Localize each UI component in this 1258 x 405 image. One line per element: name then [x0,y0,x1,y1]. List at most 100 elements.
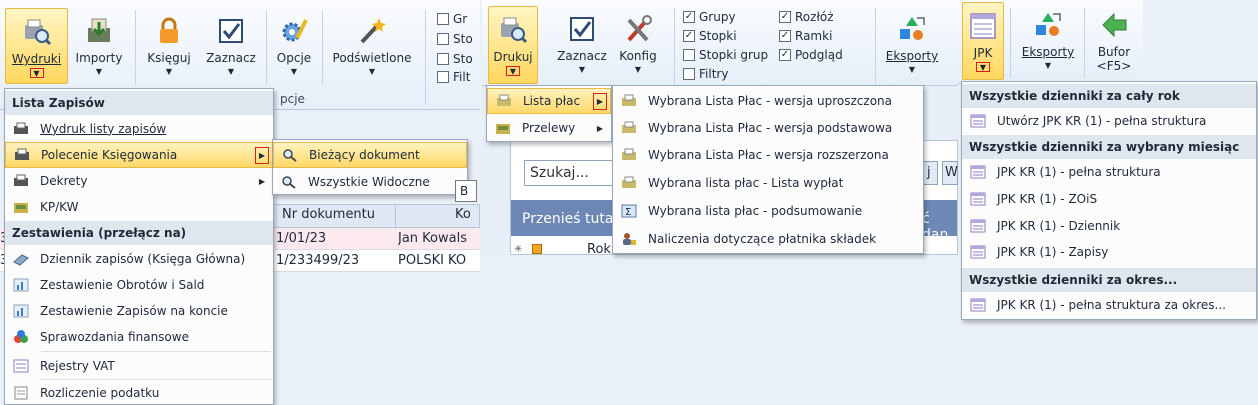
menu-item-sprawozdania[interactable]: Sprawozdania finansowe [5,324,273,350]
menu-item-dziennik[interactable]: Dziennik zapisów (Księga Główna) [5,246,273,272]
check-stopki-grup-label: Stopki grup [699,48,769,62]
wydruki-label: Wydruki [11,52,62,66]
submenu-item[interactable]: Σ Wybrana lista płac - podsumowanie [613,198,923,224]
group-drop-hint-tail: ć dan [922,211,949,243]
check-stopki-grup[interactable]: Stopki grup [683,48,768,62]
checkbox-box[interactable]: ✓ [779,11,791,23]
drukuj-button[interactable]: Drukuj ▼ [488,6,538,84]
menu-item-rejestry-vat[interactable]: Rejestry VAT [5,353,273,379]
balls-icon [12,329,30,345]
search-placeholder: Szukaj... [530,165,589,181]
ksieguj-button[interactable]: Księguj ▼ [140,8,198,84]
drukuj-dropdown-chevron-icon[interactable]: ▼ [506,66,520,76]
check-filtry-label: Filtry [699,67,729,81]
printer-icon [495,93,513,109]
menu-item-jpk-okres[interactable]: JPK KR (1) - pełna struktura za okres... [962,292,1256,318]
checkbox-box[interactable] [437,33,449,45]
check-filtry[interactable]: Filtry [683,67,728,81]
checkbox-box[interactable]: ✓ [779,49,791,61]
menu-item-lista-plac[interactable]: Lista płac ▶ [487,88,611,114]
menu-item-dekrety[interactable]: Dekrety ▶ [5,168,273,194]
jpk-register-icon [966,9,1000,43]
check-gr[interactable]: Gr [437,12,467,26]
importy-button[interactable]: Importy ▼ [70,8,128,84]
menu-item-wydruk-listy[interactable]: Wydruk listy zapisów [5,116,273,142]
export-shapes-icon [895,12,929,46]
jpk-dropdown-chevron-icon[interactable]: ▼ [976,62,990,72]
check-gr-label: Gr [453,12,468,26]
grid-col-k[interactable]: Ko [455,207,471,222]
printer-icon [620,175,638,191]
submenu-item-wszystkie-widoczne[interactable]: Wszystkie Widoczne [273,169,467,195]
column-rok[interactable]: Rok [587,242,611,257]
check-stopki-label: Stopki [699,29,737,43]
jpk-button[interactable]: JPK ▼ [962,2,1004,80]
check-ramki[interactable]: ✓ Ramki [779,29,832,43]
menu-item-utworz-jpk[interactable]: Utwórz JPK KR (1) - pełna struktura [962,108,1256,134]
checkbox-box[interactable] [437,71,449,83]
menu-item-rozliczenie-podatku[interactable]: Rozliczenie podatku [5,380,273,405]
podswietlone-button[interactable]: Podświetlone ▼ [326,8,418,84]
menu-item-polecenie-ksiegowania[interactable]: Polecenie Księgowania ▶ [5,142,273,168]
checkbox-box[interactable] [437,53,449,65]
submenu-item[interactable]: Wybrana Lista Płac - wersja uproszczona [613,88,923,114]
konfig-button[interactable]: Konfig ▼ [614,6,662,82]
opcje-button[interactable]: Opcje ▼ [270,8,318,84]
filter-button-fragment[interactable]: W [942,161,958,185]
checkbox-box[interactable] [437,13,449,25]
grid-col-nr-dokumentu[interactable]: Nr dokumentu [282,207,375,222]
menu-item-label: Zestawienie Obrotów i Sald [40,278,205,292]
menu-item-kpkw[interactable]: KP/KW [5,194,273,220]
check-rozloz-label: Rozłóż [795,10,834,24]
konfig-chevron-icon: ▼ [634,65,642,74]
print-magnifier-icon [20,15,54,49]
submenu-item[interactable]: Wybrana lista płac - Lista wypłat [613,170,923,196]
menu-item-label: JPK KR (1) - pełna struktura za okres... [997,298,1226,312]
row-selector-box[interactable] [532,244,542,254]
search-button-fragment[interactable]: j [922,161,938,185]
submenu-arrow-icon: ▶ [593,92,607,110]
check-sto-2[interactable]: Sto [437,52,473,66]
zaznacz-button[interactable]: Zaznacz ▼ [200,8,262,84]
eksporty-button[interactable]: Eksporty ▼ [880,6,944,82]
ribbon-separator [425,10,426,105]
check-rozloz[interactable]: ✓ Rozłóż [779,10,834,24]
menu-item-obroty[interactable]: Zestawienie Obrotów i Sald [5,272,273,298]
submenu-item[interactable]: Naliczenia dotyczące płatnika składek [613,226,923,252]
check-podglad[interactable]: ✓ Podgląd [779,48,843,62]
submenu-item[interactable]: Wybrana Lista Płac - wersja podstawowa [613,115,923,141]
ribbon-separator [266,10,267,85]
check-sto-1-label: Sto [453,32,473,46]
wydruki-dropdown-chevron-icon[interactable]: ▼ [29,68,44,78]
wydruki-button[interactable]: Wydruki ▼ [5,8,68,84]
checkbox-box[interactable] [683,68,695,80]
filter-button-fragment-label: W [945,165,958,180]
opcje-label: Opcje [276,51,312,65]
eksporty-button-2[interactable]: Eksporty ▼ [1016,2,1080,78]
checkbox-box[interactable] [683,49,695,61]
menu-item-jpk-zois[interactable]: JPK KR (1) - ZOiS [962,186,1256,212]
sum-icon: Σ [620,203,638,219]
menu-item-jpk-pelna[interactable]: JPK KR (1) - pełna struktura [962,159,1256,185]
zaznacz-button-2[interactable]: Zaznacz ▼ [554,6,610,82]
menu-header-caly-rok: Wszystkie dzienniki za cały rok [962,84,1256,108]
submenu-item[interactable]: Wybrana Lista Płac - wersja rozszerzona [613,142,923,168]
check-grupy[interactable]: ✓ Grupy [683,10,736,24]
menu-item-jpk-zapisy[interactable]: JPK KR (1) - Zapisy [962,239,1256,265]
menu-item-label: JPK KR (1) - Dziennik [997,219,1121,233]
checkbox-box[interactable]: ✓ [683,11,695,23]
menu-item-jpk-dziennik[interactable]: JPK KR (1) - Dziennik [962,213,1256,239]
check-filt[interactable]: Filt [437,70,470,84]
checkbox-box[interactable]: ✓ [779,30,791,42]
check-stopki[interactable]: ✓ Stopki [683,29,737,43]
checkbox-icon [565,12,599,46]
bufor-button[interactable]: Bufor <F5> [1088,2,1140,80]
zaznacz-chevron-icon-2: ▼ [578,65,586,74]
submenu-item-biezacy-dokument[interactable]: Bieżący dokument [273,142,467,168]
checkbox-box[interactable]: ✓ [683,30,695,42]
menu-item-zapisy-konto[interactable]: Zestawienie Zapisów na koncie [5,298,273,324]
menu-item-przelewy[interactable]: Przelewy ▶ [487,115,611,141]
bufor-label: Bufor [1097,45,1131,59]
menu-item-label: Sprawozdania finansowe [40,330,189,344]
check-sto-1[interactable]: Sto [437,32,473,46]
